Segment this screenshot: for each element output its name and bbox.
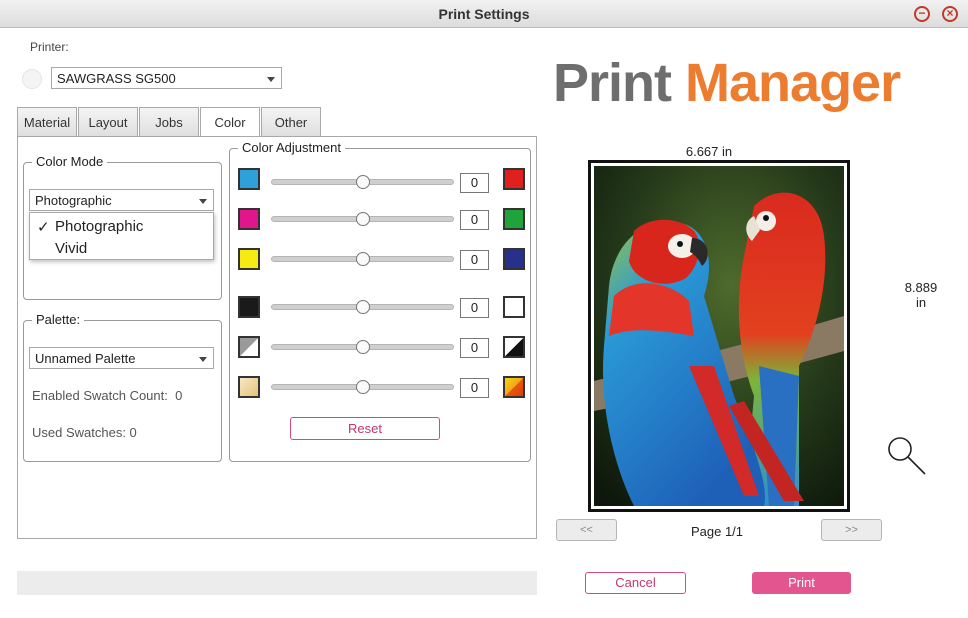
palette-title: Palette: — [32, 312, 85, 327]
contrast-low-icon — [238, 336, 260, 358]
color-mode-select[interactable]: Photographic — [29, 189, 214, 211]
contrast-value[interactable]: 0 — [460, 338, 489, 358]
enabled-swatch-count: Enabled Swatch Count: 0 — [32, 388, 183, 403]
title-bar: Print Settings − × — [0, 0, 968, 28]
white-swatch — [503, 296, 525, 318]
printer-label: Printer: — [30, 40, 69, 54]
slider-handle[interactable] — [356, 175, 370, 189]
zoom-icon[interactable] — [885, 434, 929, 478]
tab-jobs[interactable]: Jobs — [139, 107, 199, 137]
preview-height-value: 8.889 — [904, 280, 938, 295]
color-mode-option-vivid[interactable]: Vivid — [30, 237, 213, 259]
yellow-swatch — [238, 248, 260, 270]
print-button[interactable]: Print — [752, 572, 851, 594]
page-indicator: Page 1/1 — [690, 524, 744, 539]
cyan-swatch — [238, 168, 260, 190]
tab-color[interactable]: Color — [200, 107, 260, 138]
slider-handle[interactable] — [356, 340, 370, 354]
printer-select-value: SAWGRASS SG500 — [57, 71, 176, 86]
color-mode-option-photographic[interactable]: ✓ Photographic — [30, 215, 213, 237]
chevron-down-icon — [199, 199, 207, 204]
contrast-high-icon — [503, 336, 525, 358]
window-title: Print Settings — [438, 6, 530, 22]
green-swatch — [503, 208, 525, 230]
next-page-button[interactable]: >> — [821, 519, 882, 541]
saturation-high-icon — [503, 376, 525, 398]
printer-status-icon — [22, 69, 42, 89]
print-preview — [588, 160, 850, 512]
tab-layout[interactable]: Layout — [78, 107, 138, 137]
check-icon: ✓ — [37, 219, 50, 236]
print-manager-logo: Print Manager — [553, 52, 901, 114]
palette-select[interactable]: Unnamed Palette — [29, 347, 214, 369]
color-mode-select-value: Photographic — [35, 193, 112, 208]
logo-word-print: Print — [553, 53, 672, 113]
tab-other[interactable]: Other — [261, 107, 321, 137]
saturation-low-icon — [238, 376, 260, 398]
palette-select-value: Unnamed Palette — [35, 351, 136, 366]
tab-material[interactable]: Material — [17, 107, 77, 137]
used-swatches: Used Swatches: 0 — [32, 425, 137, 440]
cyan-red-value[interactable]: 0 — [460, 173, 489, 193]
chevron-down-icon — [199, 357, 207, 362]
reset-button[interactable]: Reset — [290, 417, 440, 440]
chevron-down-icon — [267, 77, 275, 82]
yellow-blue-value[interactable]: 0 — [460, 250, 489, 270]
slider-handle[interactable] — [356, 300, 370, 314]
logo-word-manager: Manager — [685, 53, 901, 113]
option-label: Vivid — [55, 240, 88, 257]
color-mode-title: Color Mode — [32, 154, 108, 169]
progress-bar — [17, 571, 537, 595]
color-adjustment-title: Color Adjustment — [238, 140, 345, 155]
red-swatch — [503, 168, 525, 190]
preview-width-label: 6.667 in — [685, 144, 733, 159]
blue-swatch — [503, 248, 525, 270]
close-icon[interactable]: × — [942, 6, 958, 22]
slider-handle[interactable] — [356, 380, 370, 394]
black-swatch — [238, 296, 260, 318]
slider-handle[interactable] — [356, 212, 370, 226]
slider-handle[interactable] — [356, 252, 370, 266]
black-white-value[interactable]: 0 — [460, 298, 489, 318]
color-mode-dropdown-list: ✓ Photographic Vivid — [29, 212, 214, 260]
magenta-green-value[interactable]: 0 — [460, 210, 489, 230]
preview-height-unit: in — [915, 295, 927, 310]
minimize-icon[interactable]: − — [914, 6, 930, 22]
option-label: Photographic — [55, 218, 144, 235]
printer-select[interactable]: SAWGRASS SG500 — [51, 67, 282, 89]
cancel-button[interactable]: Cancel — [585, 572, 686, 594]
prev-page-button[interactable]: << — [556, 519, 617, 541]
saturation-value[interactable]: 0 — [460, 378, 489, 398]
parrots-image — [594, 166, 844, 506]
magenta-swatch — [238, 208, 260, 230]
